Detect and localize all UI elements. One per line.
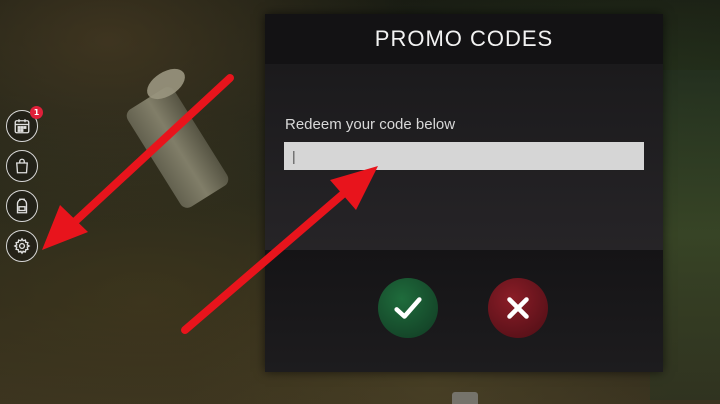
- backpack-icon: [16, 198, 28, 214]
- dialog-title: PROMO CODES: [374, 26, 554, 51]
- side-menu: 1: [6, 106, 43, 262]
- gear-icon: [13, 237, 31, 255]
- calendar-button[interactable]: 1: [6, 106, 43, 142]
- redeem-label: Redeem your code below: [285, 116, 456, 133]
- game-scene: 1 PROMO CODES Redeem your code below |: [0, 0, 720, 404]
- confirm-button[interactable]: [378, 278, 438, 338]
- promo-codes-dialog: PROMO CODES Redeem your code below: [265, 14, 663, 372]
- log-prop: [123, 84, 232, 211]
- calendar-icon: [14, 119, 30, 134]
- promo-code-input[interactable]: [284, 142, 644, 170]
- dialog-footer: [265, 250, 663, 372]
- inventory-button[interactable]: [6, 190, 38, 222]
- settings-button[interactable]: [6, 230, 38, 262]
- x-icon: [507, 297, 529, 319]
- checkmark-icon: [394, 297, 422, 319]
- shop-button[interactable]: [6, 150, 38, 182]
- bottom-handle: [452, 392, 478, 404]
- shopping-bag-icon: [16, 158, 28, 174]
- dialog-body: Redeem your code below: [265, 64, 663, 250]
- cancel-button[interactable]: [488, 278, 548, 338]
- dialog-header: PROMO CODES: [265, 14, 663, 64]
- notification-badge: 1: [30, 106, 43, 119]
